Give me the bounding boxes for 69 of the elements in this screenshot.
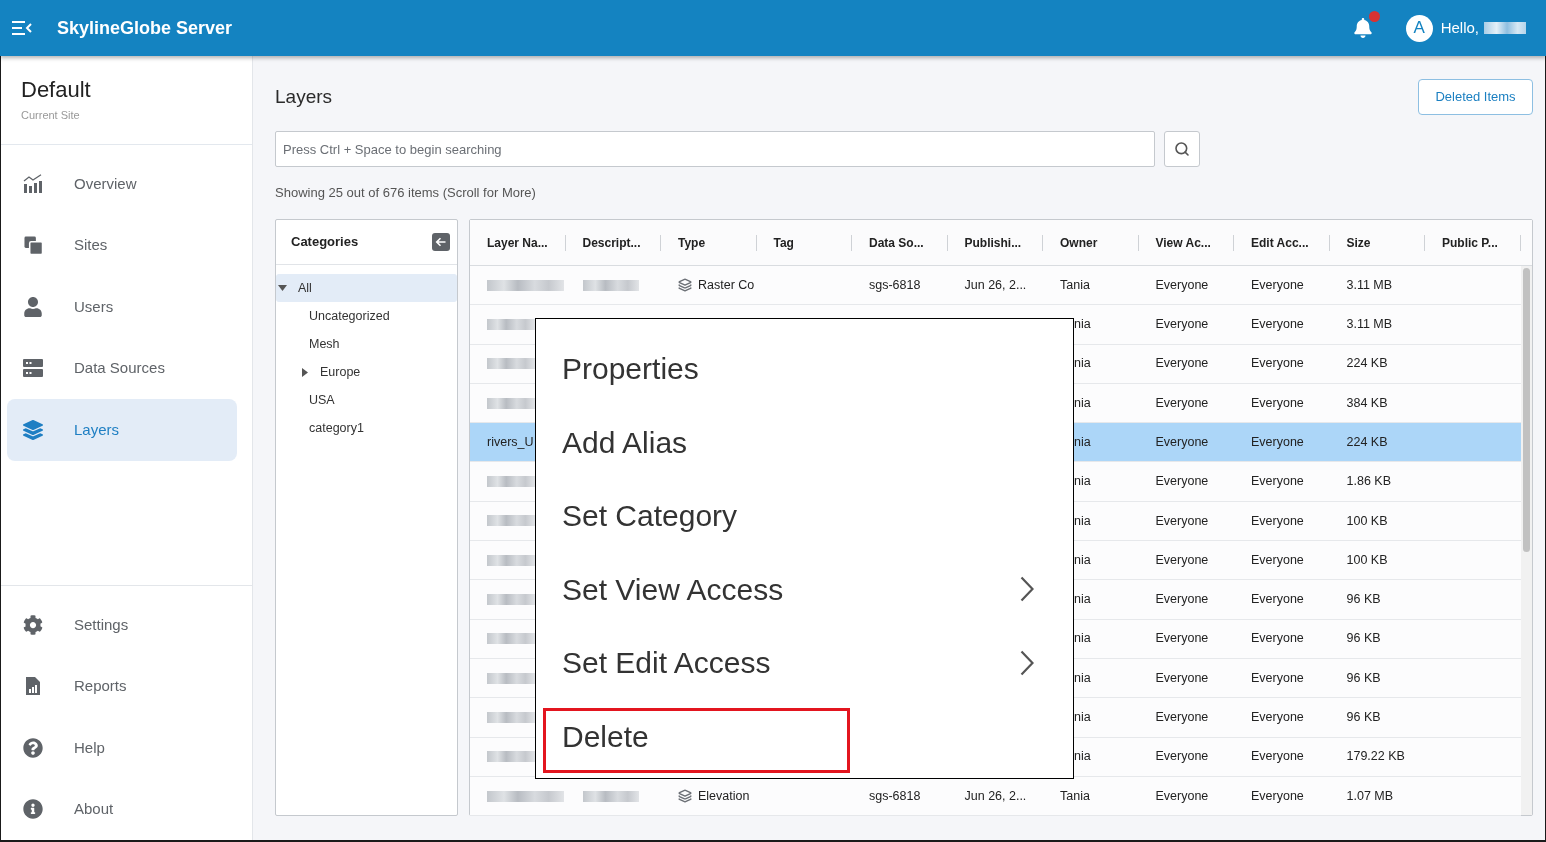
table-cell-text: Elevation	[698, 787, 750, 805]
table-cell-text: Everyone	[1251, 473, 1304, 491]
table-cell-text: Everyone	[1155, 748, 1209, 766]
app-title: SkylineGlobe Server	[57, 16, 233, 40]
table-cell-text: Everyone	[1251, 669, 1304, 687]
table-cell-text: nia	[1074, 512, 1091, 530]
table-cell-text: nia	[1074, 551, 1091, 569]
table-cell-text: Everyone	[1251, 709, 1304, 727]
table-cell-text: Everyone	[1251, 433, 1304, 451]
table-cell-text: Everyone	[1251, 355, 1304, 373]
table-cell-text: 3.11 MB	[1346, 276, 1393, 294]
table-cell-text: nia	[1074, 669, 1091, 687]
table-cell-text: Everyone	[1155, 276, 1209, 294]
site-caption: Current Site	[21, 108, 81, 123]
table-cell-text: 1.86 KB	[1346, 473, 1391, 491]
table-cell-text: Everyone	[1155, 787, 1209, 805]
table-cell-text: 100 KB	[1346, 512, 1388, 530]
table-cell-text: Everyone	[1251, 512, 1304, 530]
table-cell-text: Everyone	[1251, 276, 1304, 294]
status-text: Showing 25 out of 676 items (Scroll for More)	[275, 184, 537, 202]
table-cell-text: nia	[1074, 630, 1091, 648]
table-cell-text: 96 KB	[1346, 669, 1381, 687]
table-cell-text: 179.22 KB	[1346, 748, 1405, 766]
table-cell-text: nia	[1074, 473, 1091, 491]
table-cell-text: Everyone	[1155, 630, 1209, 648]
table-cell-text: nia	[1074, 748, 1091, 766]
table-cell-text: Everyone	[1251, 551, 1304, 569]
table-cell-text: 3.11 MB	[1346, 316, 1393, 334]
table-cell-text: Everyone	[1155, 433, 1209, 451]
table-cell-text: nia	[1074, 591, 1091, 609]
table-cell-text: Everyone	[1155, 316, 1209, 334]
table-cell-text: nia	[1074, 355, 1091, 373]
table-cell-text: Everyone	[1155, 473, 1209, 491]
table-cell-text: nia	[1074, 709, 1091, 727]
table-cell-text: Everyone	[1155, 512, 1209, 530]
table-cell-text: rivers_U	[487, 433, 534, 451]
table-cell-text: Jun 26, 2...	[964, 276, 1027, 294]
table-cell-text: Everyone	[1155, 669, 1209, 687]
table-cell-text: 224 KB	[1346, 433, 1388, 451]
table-cell-text: Jun 26, 2...	[964, 787, 1027, 805]
table-cell-text: Everyone	[1155, 591, 1209, 609]
table-cell-text: Everyone	[1155, 709, 1209, 727]
table-cell-text: Everyone	[1155, 551, 1209, 569]
table-cell-text: Tania	[1060, 787, 1090, 805]
table-cell-text: 384 KB	[1346, 394, 1388, 412]
table-cell-text: Everyone	[1155, 394, 1209, 412]
table-cell-text: 100 KB	[1346, 551, 1388, 569]
table-cell-text: Everyone	[1251, 748, 1304, 766]
table-cell-text: Raster Co	[698, 276, 755, 294]
table-cell-text: nia	[1074, 316, 1091, 334]
table-cell-text: Everyone	[1251, 787, 1304, 805]
panel-title: Categories	[291, 233, 359, 252]
table-cell-text: sgs-6818	[869, 787, 921, 805]
table-cell-text: 96 KB	[1346, 630, 1381, 648]
table-cell-text: Everyone	[1251, 630, 1304, 648]
table-cell-text: Tania	[1060, 276, 1090, 294]
table-cell-text: Everyone	[1251, 591, 1304, 609]
site-name: Default	[21, 77, 92, 103]
table-cell-text: 224 KB	[1346, 355, 1388, 373]
table-cell-text: nia	[1074, 394, 1091, 412]
table-cell-text: Everyone	[1155, 355, 1209, 373]
page-title: Layers	[275, 84, 333, 109]
table-cell-text: Everyone	[1251, 316, 1304, 334]
table-cell-text: sgs-6818	[869, 276, 921, 294]
table-cell-text: 96 KB	[1346, 709, 1381, 727]
table-cell-text: Everyone	[1251, 394, 1304, 412]
table-cell-text: nia	[1074, 433, 1091, 451]
table-cell-text: 96 KB	[1346, 591, 1381, 609]
table-cell-text: 1.07 MB	[1346, 787, 1394, 805]
